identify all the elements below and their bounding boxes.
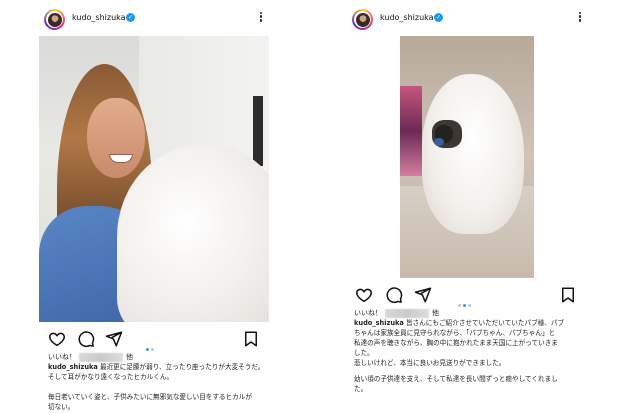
- bookmark-icon[interactable]: [242, 330, 260, 348]
- username[interactable]: kudo_shizuka: [380, 13, 434, 22]
- caption: kudo_shizuka 最近更に足腰が弱り、立ったり座ったりが大変そうだ。 そ…: [48, 362, 268, 412]
- likes-prefix: いいね！: [354, 309, 382, 317]
- blurred-username: [385, 308, 429, 318]
- likes-line: いいね！ 他: [354, 308, 439, 318]
- verified-badge-icon: ✓: [126, 13, 135, 22]
- more-options-icon[interactable]: [258, 10, 264, 26]
- instagram-post-left: kudo_shizuka ✓ いいね！ 他 kudo_shizuka 最近更に足腰…: [37, 0, 269, 413]
- likes-line: いいね！ 他: [48, 352, 133, 362]
- avatar[interactable]: [44, 9, 65, 30]
- instagram-post-right: kudo_shizuka ✓ いいね！ 他 kudo_shizuka 皆さんにもご…: [345, 0, 588, 413]
- caption-line: 皆さんにもご紹介させていただいていたパブ様、パブ: [405, 319, 565, 327]
- caption-line: した。: [354, 349, 374, 357]
- caption-line: ちゃんは家族全員に見守られながら、「パブちゃん、パブちゃん」と: [354, 329, 556, 337]
- heart-icon[interactable]: [48, 330, 66, 348]
- avatar[interactable]: [352, 9, 373, 30]
- send-icon[interactable]: [414, 286, 432, 304]
- caption-line: 切ない。: [48, 403, 75, 411]
- caption-username[interactable]: kudo_shizuka: [354, 319, 404, 327]
- comment-icon[interactable]: [77, 330, 95, 348]
- caption-line: 毎日老いていく姿と、子供みたいに無邪気な愛しい目をするヒカルが: [48, 393, 252, 401]
- blurred-username: [79, 352, 123, 362]
- post-header: kudo_shizuka ✓: [350, 8, 583, 32]
- caption-line: そして耳がかなり遠くなったヒカルくん。: [48, 373, 174, 381]
- caption-line: 最近更に足腰が弱り、立ったり座ったりが大変そうだ。: [99, 363, 265, 371]
- caption-username[interactable]: kudo_shizuka: [48, 363, 98, 371]
- caption-line: 幼い頃の子供達を支え、そして私達を長い間ずっと癒やしてくれまし: [354, 375, 558, 383]
- caption-line: 悲しいけれど、本当に良いお見送りができました。: [354, 359, 506, 367]
- post-image[interactable]: [400, 36, 534, 278]
- carousel-indicator: [145, 336, 155, 351]
- bookmark-icon[interactable]: [559, 286, 577, 304]
- action-bar: [37, 330, 269, 351]
- post-image[interactable]: [39, 36, 269, 322]
- comment-icon[interactable]: [385, 286, 403, 304]
- send-icon[interactable]: [105, 330, 123, 348]
- username[interactable]: kudo_shizuka: [72, 13, 126, 22]
- likes-suffix: 他: [432, 309, 439, 317]
- caption: kudo_shizuka 皆さんにもご紹介させていただいていたパブ様、パブ ちゃ…: [354, 318, 586, 394]
- more-options-icon[interactable]: [577, 10, 583, 26]
- carousel-indicator: [457, 292, 472, 307]
- verified-badge-icon: ✓: [434, 13, 443, 22]
- action-bar: [345, 286, 588, 307]
- likes-prefix: いいね！: [48, 353, 76, 361]
- caption-line: た。: [354, 385, 368, 393]
- caption-line: 私達の声を聴きながら、胸の中に抱かれたまま天国に上がっていきま: [354, 339, 558, 347]
- post-header: kudo_shizuka ✓: [42, 8, 264, 32]
- heart-icon[interactable]: [355, 286, 373, 304]
- likes-suffix: 他: [126, 353, 133, 361]
